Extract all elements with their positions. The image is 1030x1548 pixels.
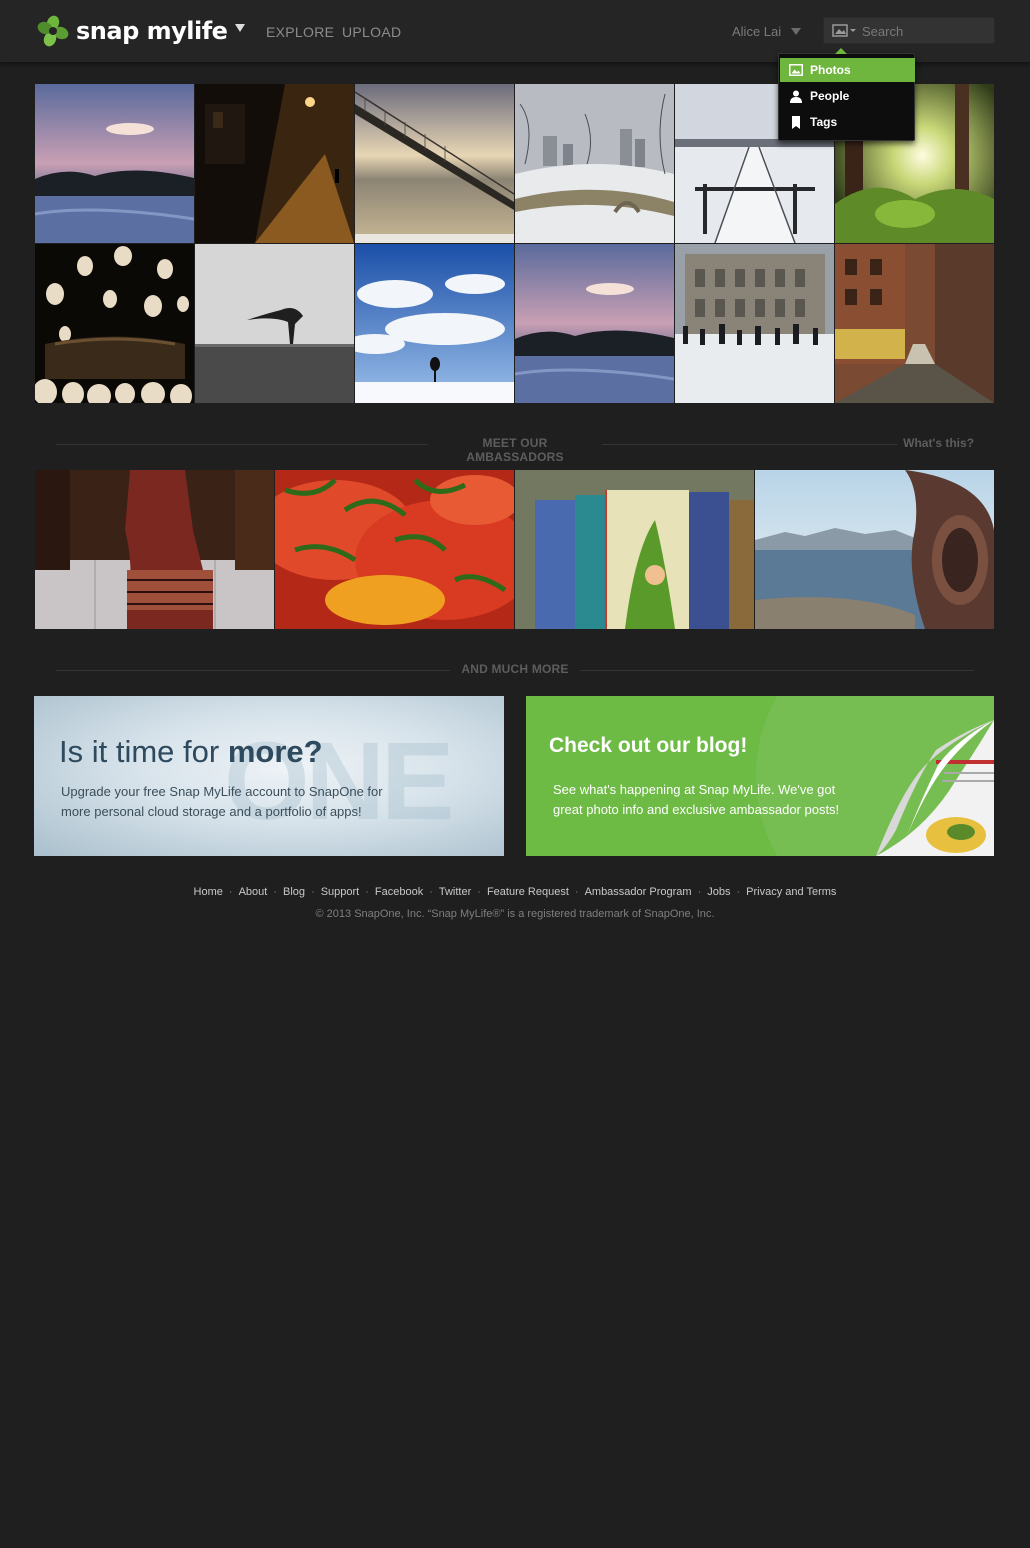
dropdown-item-label: Photos [810, 63, 851, 77]
upgrade-description: Upgrade your free Snap MyLife account to… [61, 784, 383, 819]
upgrade-promo-banner[interactable]: ONE Is it time for more? Upgrade your fr… [34, 696, 504, 856]
ambassador-photo[interactable] [515, 470, 754, 629]
photo-thumbnail[interactable] [355, 244, 514, 403]
divider-line [56, 444, 428, 445]
dropdown-item-label: People [810, 89, 850, 103]
footer-link-feature-request[interactable]: Feature Request [487, 886, 569, 898]
photo-thumbnail[interactable] [195, 84, 354, 243]
divider-line [602, 444, 898, 445]
ambassador-photo[interactable] [275, 470, 514, 629]
footer-link-about[interactable]: About [239, 886, 268, 898]
footer-link-twitter[interactable]: Twitter [439, 886, 471, 898]
photo-thumbnail[interactable] [355, 84, 514, 243]
blog-description: See what's happening at Snap MyLife. We'… [553, 782, 840, 817]
footer-link-facebook[interactable]: Facebook [375, 886, 423, 898]
ambassador-photo[interactable] [755, 470, 994, 629]
blog-promo-banner[interactable]: Check out our blog! See what's happening… [526, 696, 994, 856]
search-type-image-icon[interactable] [832, 23, 860, 39]
user-menu-caret-icon[interactable] [791, 28, 801, 35]
photo-thumbnail[interactable] [515, 244, 674, 403]
image-icon [789, 63, 803, 77]
photo-thumbnail[interactable] [35, 84, 194, 243]
footer-links: Home · About · Blog · Support · Facebook · Twitter… [193, 886, 837, 898]
user-name[interactable]: Alice Lai [732, 24, 781, 39]
upgrade-headline: Is it time for more? [59, 734, 323, 769]
dropdown-item-people[interactable]: People [780, 84, 915, 108]
logo[interactable]: snap mylife [36, 14, 228, 48]
footer-link-blog[interactable]: Blog [283, 886, 305, 898]
photo-thumbnail[interactable] [195, 244, 354, 403]
logo-wordmark: snap mylife [76, 17, 228, 45]
divider-line [580, 670, 974, 671]
dropdown-item-label: Tags [810, 115, 838, 129]
footer-link-privacy[interactable]: Privacy and Terms [746, 886, 836, 898]
copyright-text: © 2013 SnapOne, Inc. “Snap MyLife®” is a… [315, 908, 715, 920]
ambassadors-heading: MEET OUR AMBASSADORS What's this? [56, 436, 974, 464]
photo-thumbnail[interactable] [35, 244, 194, 403]
search-input[interactable] [862, 21, 990, 41]
dropdown-item-photos[interactable]: Photos [780, 58, 915, 82]
apps-menu-caret-icon[interactable] [235, 24, 245, 32]
tag-icon [789, 115, 803, 129]
ambassadors-grid [34, 470, 994, 629]
whats-this-link[interactable]: What's this? [903, 436, 974, 450]
search-type-dropdown: Photos People Tags [778, 48, 915, 141]
page-peel-icon [876, 720, 994, 856]
footer-link-jobs[interactable]: Jobs [707, 886, 730, 898]
person-icon [789, 89, 803, 103]
divider-line [56, 670, 450, 671]
ambassador-photo[interactable] [35, 470, 274, 629]
blog-headline: Check out our blog! [549, 734, 748, 757]
photo-thumbnail[interactable] [835, 244, 994, 403]
footer-link-home[interactable]: Home [194, 886, 223, 898]
more-heading: AND MUCH MORE [56, 662, 974, 678]
photo-thumbnail[interactable] [515, 84, 674, 243]
nav-explore[interactable]: EXPLORE [266, 24, 334, 40]
photo-thumbnail[interactable] [675, 244, 834, 403]
footer-link-support[interactable]: Support [321, 886, 360, 898]
dropdown-item-tags[interactable]: Tags [780, 110, 915, 134]
search-box [823, 17, 995, 44]
snap-logo-icon [37, 15, 69, 47]
nav-upload[interactable]: UPLOAD [342, 24, 401, 40]
more-title: AND MUCH MORE [461, 662, 569, 676]
footer-link-ambassador-program[interactable]: Ambassador Program [585, 886, 692, 898]
ambassadors-title: MEET OUR AMBASSADORS [466, 436, 564, 464]
